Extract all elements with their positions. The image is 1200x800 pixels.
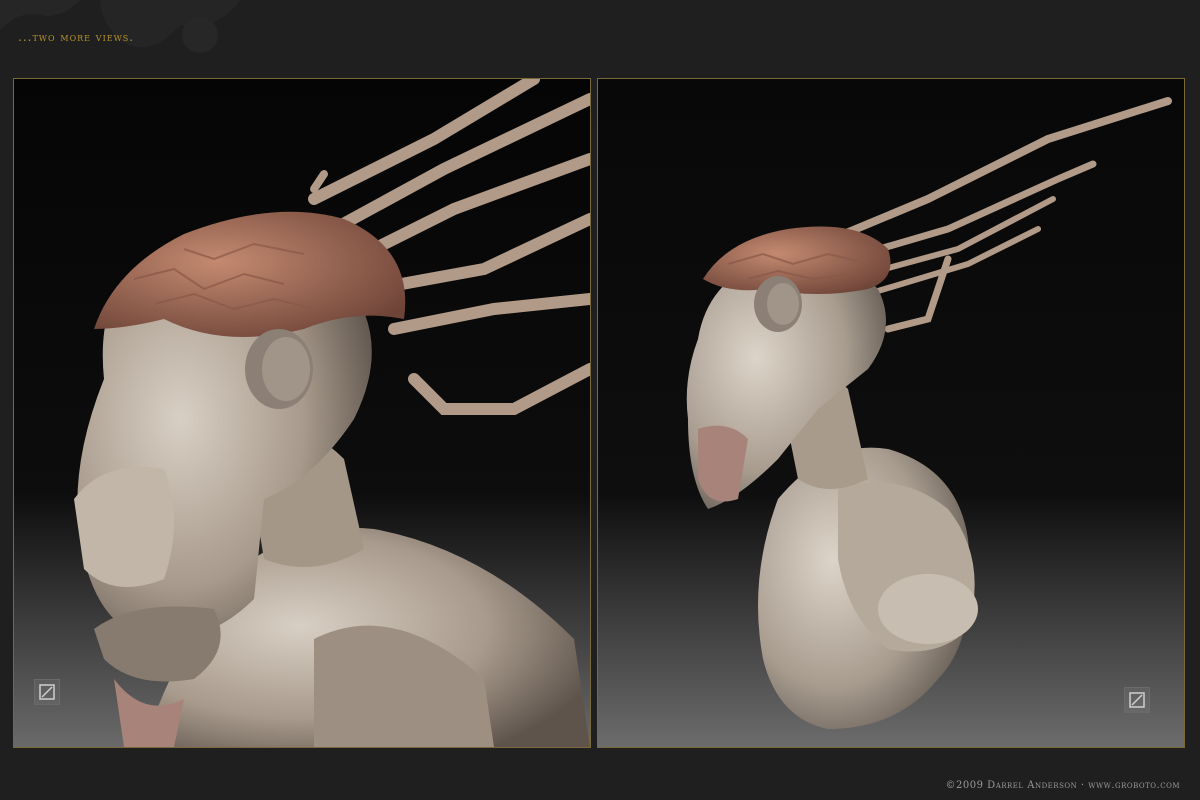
page-caption: ...two more views. xyxy=(18,30,135,44)
groboto-logo-badge-right xyxy=(1124,687,1150,713)
copyright-credit: ©2009 Darrel Anderson · www.groboto.com xyxy=(945,780,1180,791)
groboto-logo-icon xyxy=(1129,692,1145,708)
creature-render-right xyxy=(598,79,1184,747)
creature-render-left xyxy=(14,79,590,747)
groboto-logo-badge-left xyxy=(34,679,60,705)
render-panel-right xyxy=(597,78,1185,748)
render-panel-left xyxy=(13,78,591,748)
groboto-logo-icon xyxy=(39,684,55,700)
